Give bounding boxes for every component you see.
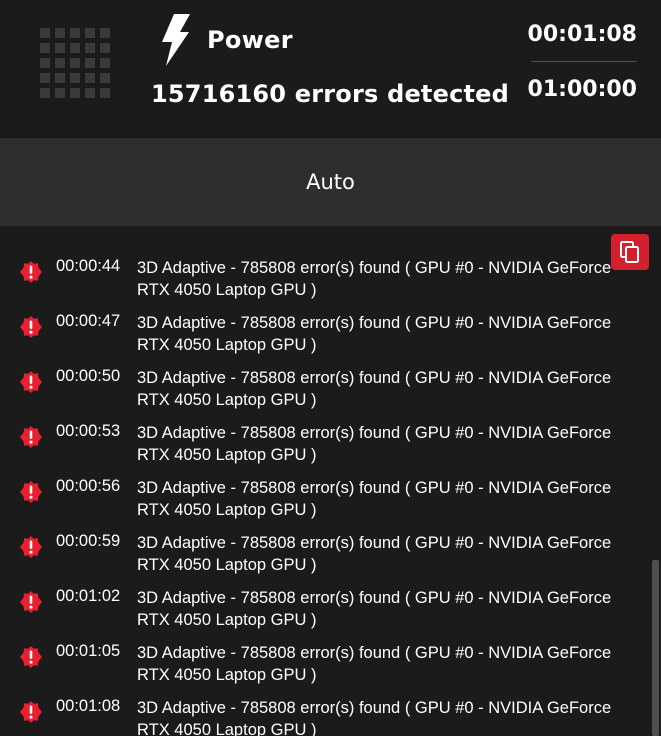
log-entry: 00:00:50 3D Adaptive - 785808 error(s) fo… <box>0 364 661 419</box>
log-entry-time: 00:01:05 <box>56 642 121 660</box>
error-badge-icon <box>20 701 42 723</box>
log-entry: 00:00:56 3D Adaptive - 785808 error(s) fo… <box>0 474 661 529</box>
errors-detected-count: 15716160 errors detected <box>151 80 510 108</box>
mode-selector[interactable]: Auto <box>0 138 661 226</box>
log-entry-time: 00:00:47 <box>56 312 121 330</box>
copy-icon <box>620 241 639 263</box>
log-entry-time: 00:01:08 <box>56 697 121 715</box>
log-entry: 00:00:44 3D Adaptive - 785808 error(s) fo… <box>0 254 661 309</box>
log-entry: 00:00:53 3D Adaptive - 785808 error(s) fo… <box>0 419 661 474</box>
error-log-list: 00:00:44 3D Adaptive - 785808 error(s) fo… <box>0 254 661 736</box>
header-panel: Power 15716160 errors detected 00:01:08 … <box>0 0 661 138</box>
log-scrollbar[interactable] <box>652 560 659 736</box>
log-entry-message: 3D Adaptive - 785808 error(s) found ( GP… <box>137 259 612 299</box>
error-badge-icon <box>20 316 42 338</box>
log-entry: 00:01:05 3D Adaptive - 785808 error(s) fo… <box>0 639 661 694</box>
log-entry-time: 00:00:56 <box>56 477 121 495</box>
log-entry-message: 3D Adaptive - 785808 error(s) found ( GP… <box>137 644 612 684</box>
log-entry-message: 3D Adaptive - 785808 error(s) found ( GP… <box>137 424 612 464</box>
log-entry-time: 00:00:53 <box>56 422 121 440</box>
error-badge-icon <box>20 536 42 558</box>
log-entry-message: 3D Adaptive - 785808 error(s) found ( GP… <box>137 589 612 629</box>
page-title: Power <box>207 26 293 54</box>
log-entry-message: 3D Adaptive - 785808 error(s) found ( GP… <box>137 534 612 574</box>
error-badge-icon <box>20 426 42 448</box>
log-entry-message: 3D Adaptive - 785808 error(s) found ( GP… <box>137 699 612 736</box>
error-badge-icon <box>20 646 42 668</box>
copy-button[interactable] <box>611 234 649 270</box>
log-entry-time: 00:00:44 <box>56 257 121 275</box>
log-entry: 00:01:08 3D Adaptive - 785808 error(s) fo… <box>0 694 661 736</box>
grid-icon <box>40 28 110 98</box>
log-entry-time: 00:00:50 <box>56 367 121 385</box>
log-entry-time: 00:01:02 <box>56 587 121 605</box>
log-entry-message: 3D Adaptive - 785808 error(s) found ( GP… <box>137 314 612 354</box>
error-badge-icon <box>20 371 42 393</box>
error-badge-icon <box>20 481 42 503</box>
log-entry-message: 3D Adaptive - 785808 error(s) found ( GP… <box>137 479 612 519</box>
error-badge-icon <box>20 591 42 613</box>
total-time: 01:00:00 <box>527 77 637 102</box>
lightning-bolt-icon <box>162 14 190 66</box>
error-log[interactable]: 00:00:44 3D Adaptive - 785808 error(s) fo… <box>0 226 661 736</box>
log-entry: 00:00:59 3D Adaptive - 785808 error(s) fo… <box>0 529 661 584</box>
time-divider <box>531 61 637 62</box>
error-badge-icon <box>20 261 42 283</box>
mode-label: Auto <box>306 170 355 194</box>
log-entry: 00:01:02 3D Adaptive - 785808 error(s) fo… <box>0 584 661 639</box>
elapsed-time: 00:01:08 <box>527 22 637 47</box>
log-entry-time: 00:00:59 <box>56 532 121 550</box>
log-entry-message: 3D Adaptive - 785808 error(s) found ( GP… <box>137 369 612 409</box>
log-entry: 00:00:47 3D Adaptive - 785808 error(s) fo… <box>0 309 661 364</box>
